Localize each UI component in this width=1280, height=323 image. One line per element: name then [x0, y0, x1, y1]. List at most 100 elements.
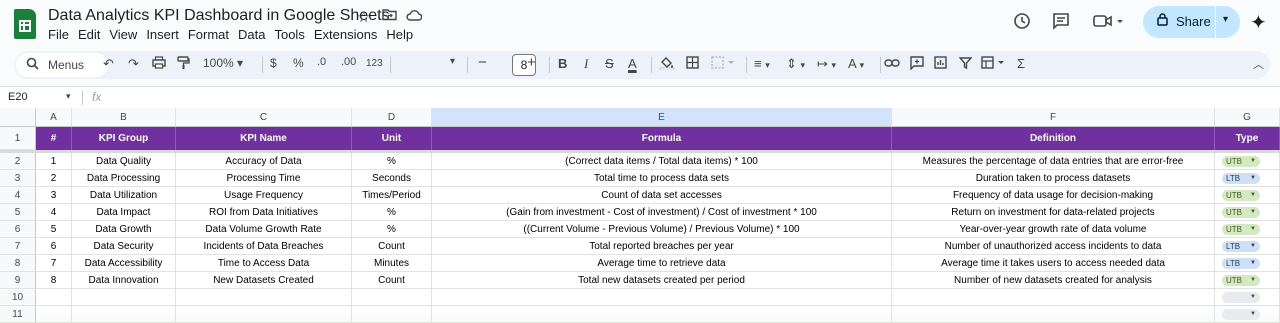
cell-col-d[interactable]: Seconds: [352, 170, 432, 187]
cell-col-c[interactable]: Time to Access Data: [176, 255, 352, 272]
cell-col-f[interactable]: Number of new datasets created for analy…: [892, 272, 1215, 289]
cell-col-c[interactable]: ROI from Data Initiatives: [176, 204, 352, 221]
cell-col-g[interactable]: UTB ▼: [1215, 204, 1280, 221]
cloud-saved-icon[interactable]: [406, 8, 423, 25]
redo-icon[interactable]: ↷: [128, 56, 139, 72]
cell-col-a[interactable]: 3: [36, 187, 72, 204]
cell-col-c[interactable]: Accuracy of Data: [176, 153, 352, 170]
menu-edit[interactable]: Edit: [78, 27, 105, 42]
sheets-logo-icon[interactable]: [14, 9, 36, 39]
text-color-icon[interactable]: A: [628, 56, 637, 71]
increase-decimal-button[interactable]: .00: [341, 56, 356, 68]
cell-col-f[interactable]: Frequency of data usage for decision-mak…: [892, 187, 1215, 204]
cell-col-a[interactable]: 6: [36, 238, 72, 255]
gemini-icon[interactable]: ✦: [1250, 10, 1267, 35]
italic-icon[interactable]: I: [584, 56, 588, 72]
cell-col-g[interactable]: UTB ▼: [1215, 153, 1280, 170]
column-header-c[interactable]: C: [176, 108, 352, 127]
cell-col-b[interactable]: Data Utilization: [72, 187, 176, 204]
column-header-a[interactable]: A: [36, 108, 72, 127]
cell-col-e[interactable]: Total new datasets created per period: [432, 272, 892, 289]
cell-col-e[interactable]: ((Current Volume - Previous Volume) / Pr…: [432, 221, 892, 238]
cell-col-b[interactable]: Data Security: [72, 238, 176, 255]
cell-col-e[interactable]: (Correct data items / Total data items) …: [432, 153, 892, 170]
cell-col-a[interactable]: 8: [36, 272, 72, 289]
cell-col-e[interactable]: [432, 306, 892, 323]
menu-help[interactable]: Help: [386, 27, 418, 42]
cell-col-b[interactable]: Data Quality: [72, 153, 176, 170]
cell-col-b[interactable]: Data Growth: [72, 221, 176, 238]
cell-col-d[interactable]: Minutes: [352, 255, 432, 272]
text-wrapping-icon[interactable]: ↦ ▾: [817, 56, 836, 72]
type-dropdown-chip[interactable]: ▼: [1222, 309, 1260, 320]
cell-col-e[interactable]: (Gain from investment - Cost of investme…: [432, 204, 892, 221]
more-formats-button[interactable]: 123: [366, 58, 383, 69]
name-box-dropdown-icon[interactable]: ▾: [66, 91, 71, 102]
row-header-4[interactable]: 4: [0, 187, 36, 204]
share-button[interactable]: Share ▾: [1143, 6, 1240, 38]
menus-search[interactable]: Menus: [16, 53, 108, 77]
cell-col-f[interactable]: [892, 306, 1215, 323]
type-dropdown-chip[interactable]: UTB ▼: [1222, 224, 1260, 235]
cell-col-g[interactable]: LTB ▼: [1215, 170, 1280, 187]
cell-col-c[interactable]: Processing Time: [176, 170, 352, 187]
decrease-font-size-icon[interactable]: −: [478, 54, 487, 71]
cell-col-c[interactable]: Data Volume Growth Rate: [176, 221, 352, 238]
cell-col-b[interactable]: [72, 306, 176, 323]
filter-icon[interactable]: [958, 56, 973, 72]
undo-icon[interactable]: ↶: [103, 56, 114, 72]
cell-col-f[interactable]: [892, 289, 1215, 306]
strikethrough-icon[interactable]: S: [605, 56, 614, 71]
type-dropdown-chip[interactable]: UTB ▼: [1222, 156, 1260, 167]
name-box[interactable]: E20: [8, 91, 28, 103]
decrease-decimal-button[interactable]: .0: [317, 56, 326, 68]
cell-col-f[interactable]: Return on investment for data-related pr…: [892, 204, 1215, 221]
filter-views-icon[interactable]: [981, 56, 1007, 72]
insert-comment-icon[interactable]: [910, 56, 924, 73]
paint-format-icon[interactable]: [177, 56, 190, 73]
comments-icon[interactable]: [1052, 12, 1070, 35]
share-dropdown-icon[interactable]: ▾: [1223, 14, 1228, 25]
cell-col-d[interactable]: Count: [352, 238, 432, 255]
borders-icon[interactable]: [686, 56, 699, 72]
row-header-8[interactable]: 8: [0, 255, 36, 272]
type-dropdown-chip[interactable]: UTB ▼: [1222, 275, 1260, 286]
percent-format-button[interactable]: %: [293, 56, 304, 70]
bold-icon[interactable]: B: [558, 56, 567, 71]
cell-col-a[interactable]: [36, 289, 72, 306]
menu-data[interactable]: Data: [238, 27, 270, 42]
cell-col-g[interactable]: ▼: [1215, 306, 1280, 323]
currency-format-button[interactable]: $: [270, 56, 277, 70]
cell-col-d[interactable]: [352, 306, 432, 323]
cell-col-c[interactable]: [176, 289, 352, 306]
header-cell-col-f[interactable]: Definition: [892, 127, 1215, 150]
cell-col-c[interactable]: [176, 306, 352, 323]
column-header-e[interactable]: E: [432, 108, 892, 127]
cell-col-d[interactable]: Times/Period: [352, 187, 432, 204]
cell-col-c[interactable]: Incidents of Data Breaches: [176, 238, 352, 255]
cell-col-d[interactable]: %: [352, 153, 432, 170]
cell-col-g[interactable]: LTB ▼: [1215, 238, 1280, 255]
cell-col-e[interactable]: Count of data set accesses: [432, 187, 892, 204]
row-header-7[interactable]: 7: [0, 238, 36, 255]
menu-extensions[interactable]: Extensions: [314, 27, 383, 42]
cell-col-e[interactable]: Average time to retrieve data: [432, 255, 892, 272]
cell-col-f[interactable]: Measures the percentage of data entries …: [892, 153, 1215, 170]
cell-col-e[interactable]: [432, 289, 892, 306]
cell-col-b[interactable]: Data Impact: [72, 204, 176, 221]
header-cell-col-b[interactable]: KPI Group: [72, 127, 176, 150]
text-rotation-icon[interactable]: A ▾: [848, 56, 864, 71]
cell-col-c[interactable]: Usage Frequency: [176, 187, 352, 204]
cell-col-b[interactable]: [72, 289, 176, 306]
row-header-2[interactable]: 2: [0, 153, 36, 170]
row-header-1[interactable]: 1: [0, 127, 36, 150]
cell-col-f[interactable]: Year-over-year growth rate of data volum…: [892, 221, 1215, 238]
type-dropdown-chip[interactable]: LTB ▼: [1222, 173, 1260, 184]
type-dropdown-chip[interactable]: UTB ▼: [1222, 190, 1260, 201]
menu-insert[interactable]: Insert: [146, 27, 184, 42]
menu-view[interactable]: View: [109, 27, 142, 42]
row-header-10[interactable]: 10: [0, 289, 36, 306]
row-header-6[interactable]: 6: [0, 221, 36, 238]
menu-tools[interactable]: Tools: [274, 27, 309, 42]
cell-col-d[interactable]: [352, 289, 432, 306]
